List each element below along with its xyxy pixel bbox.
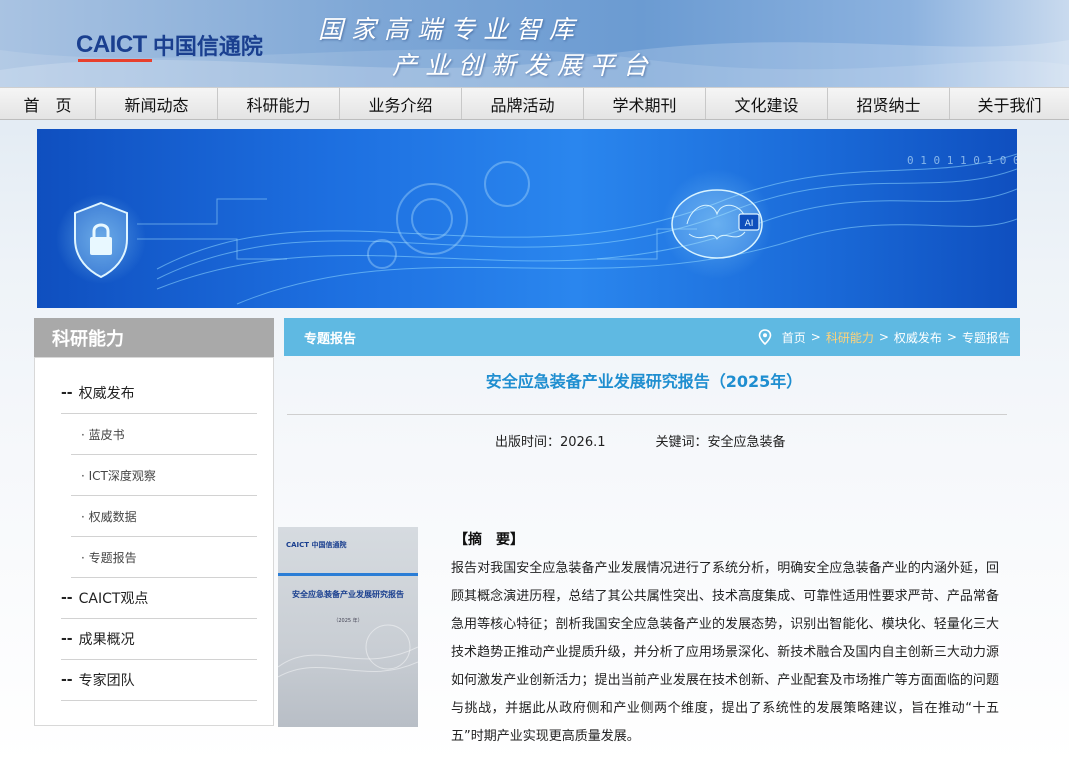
shield-lock-icon: [56, 194, 146, 284]
nav-item-research[interactable]: 科研能力: [218, 88, 340, 119]
hero-banner: 0 1 0 1 1 0 1 0 0 1 1 0 AI: [37, 129, 1017, 308]
sidebar-item-caict-views[interactable]: -- CAICT观点: [61, 578, 257, 619]
sidebar-subitem-authoritative-data[interactable]: · 权威数据: [71, 496, 257, 537]
nav-item-business[interactable]: 业务介绍: [340, 88, 462, 119]
breadcrumb-separator: >: [878, 330, 889, 344]
main-nav: 首 页 新闻动态 科研能力 业务介绍 品牌活动 学术期刊 文化建设 招贤纳士 关…: [0, 87, 1069, 120]
sidebar-item-label: · 权威数据: [81, 509, 137, 524]
caict-logo[interactable]: CAICT 中国信通院: [76, 28, 263, 62]
publish-date: 出版时间：2026.1: [495, 435, 606, 450]
sidebar-item-label: · 蓝皮书: [81, 427, 125, 442]
sidebar-dash: --: [61, 385, 73, 401]
slogan-line-1: 国家高端专业智库: [318, 15, 583, 44]
nav-item-brand-events[interactable]: 品牌活动: [462, 88, 584, 119]
banner-code-text: 0 1 0 1 1 0 1 0 0 1 1 0: [907, 154, 1017, 167]
cover-decoration: [278, 624, 418, 678]
nav-item-careers[interactable]: 招贤纳士: [828, 88, 950, 119]
sidebar-item-label: 权威发布: [78, 386, 135, 402]
nav-item-about[interactable]: 关于我们: [950, 88, 1069, 119]
nav-item-home[interactable]: 首 页: [0, 88, 96, 119]
sidebar-dash: --: [61, 590, 73, 606]
brain-ai-icon: AI: [662, 169, 772, 279]
sidebar-subitem-blue-book[interactable]: · 蓝皮书: [71, 414, 257, 455]
report-meta: 出版时间：2026.1 关键词：安全应急装备: [495, 431, 786, 450]
sidebar-dash: --: [61, 631, 73, 647]
section-header-bar: 专题报告 首页 > 科研能力 > 权威发布 > 专题报告: [284, 318, 1020, 356]
sidebar-item-label: · 专题报告: [81, 550, 137, 565]
report-title: 安全应急装备产业发展研究报告（2025年）: [485, 372, 803, 391]
logo-mark-text: CAICT: [76, 31, 147, 58]
logo-underline: [78, 59, 152, 62]
sidebar-item-expert-team[interactable]: -- 专家团队: [61, 660, 257, 701]
breadcrumb-research[interactable]: 科研能力: [826, 329, 874, 346]
sidebar-item-label: · ICT深度观察: [81, 468, 156, 483]
abstract-body: 报告对我国安全应急装备产业发展情况进行了系统分析，明确安全应急装备产业的内涵外延…: [451, 561, 999, 744]
sidebar-item-label: CAICT观点: [78, 591, 149, 607]
sidebar-item-achievements[interactable]: -- 成果概况: [61, 619, 257, 660]
sidebar-item-authoritative-release[interactable]: -- 权威发布: [61, 373, 257, 414]
breadcrumb-separator: >: [946, 330, 957, 344]
abstract-heading: 【摘 要】: [454, 532, 524, 548]
breadcrumb-authoritative-release[interactable]: 权威发布: [894, 329, 942, 346]
breadcrumb-home[interactable]: 首页: [782, 329, 806, 346]
banner-ai-chip-text: AI: [745, 219, 754, 229]
breadcrumb-separator: >: [810, 330, 821, 344]
title-divider: [287, 414, 1007, 415]
nav-item-culture[interactable]: 文化建设: [706, 88, 828, 119]
section-title: 专题报告: [304, 331, 357, 347]
sidebar-menu: -- 权威发布 · 蓝皮书 · ICT深度观察 · 权威数据 · 专题报告 --…: [34, 357, 274, 726]
breadcrumb-special-reports[interactable]: 专题报告: [962, 329, 1010, 346]
banner-art: 0 1 0 1 1 0 1 0 0 1 1 0 AI: [56, 153, 1017, 305]
sidebar-subitem-ict-observation[interactable]: · ICT深度观察: [71, 455, 257, 496]
logo-chinese-name: 中国信通院: [152, 35, 263, 60]
site-header: CAICT 中国信通院 国家高端专业智库 产业创新发展平台: [0, 0, 1069, 87]
slogan-line-2: 产业创新发展平台: [392, 51, 657, 80]
nav-item-news[interactable]: 新闻动态: [96, 88, 218, 119]
breadcrumb: 首页 > 科研能力 > 权威发布 > 专题报告: [758, 318, 1010, 356]
map-pin-icon: [758, 329, 772, 345]
nav-item-journals[interactable]: 学术期刊: [584, 88, 706, 119]
logo-mark: CAICT: [76, 31, 152, 62]
sidebar-item-label: 专家团队: [78, 673, 135, 689]
report-cover-image[interactable]: CAICT 中国信通院 安全应急装备产业发展研究报告 （2025 年）: [278, 527, 418, 727]
keywords: 关键词：安全应急装备: [655, 435, 786, 450]
sidebar-subitem-special-reports[interactable]: · 专题报告: [71, 537, 257, 578]
sidebar-heading: 科研能力: [34, 318, 274, 357]
sidebar-dash: --: [61, 672, 73, 688]
sidebar-item-label: 成果概况: [78, 632, 135, 648]
